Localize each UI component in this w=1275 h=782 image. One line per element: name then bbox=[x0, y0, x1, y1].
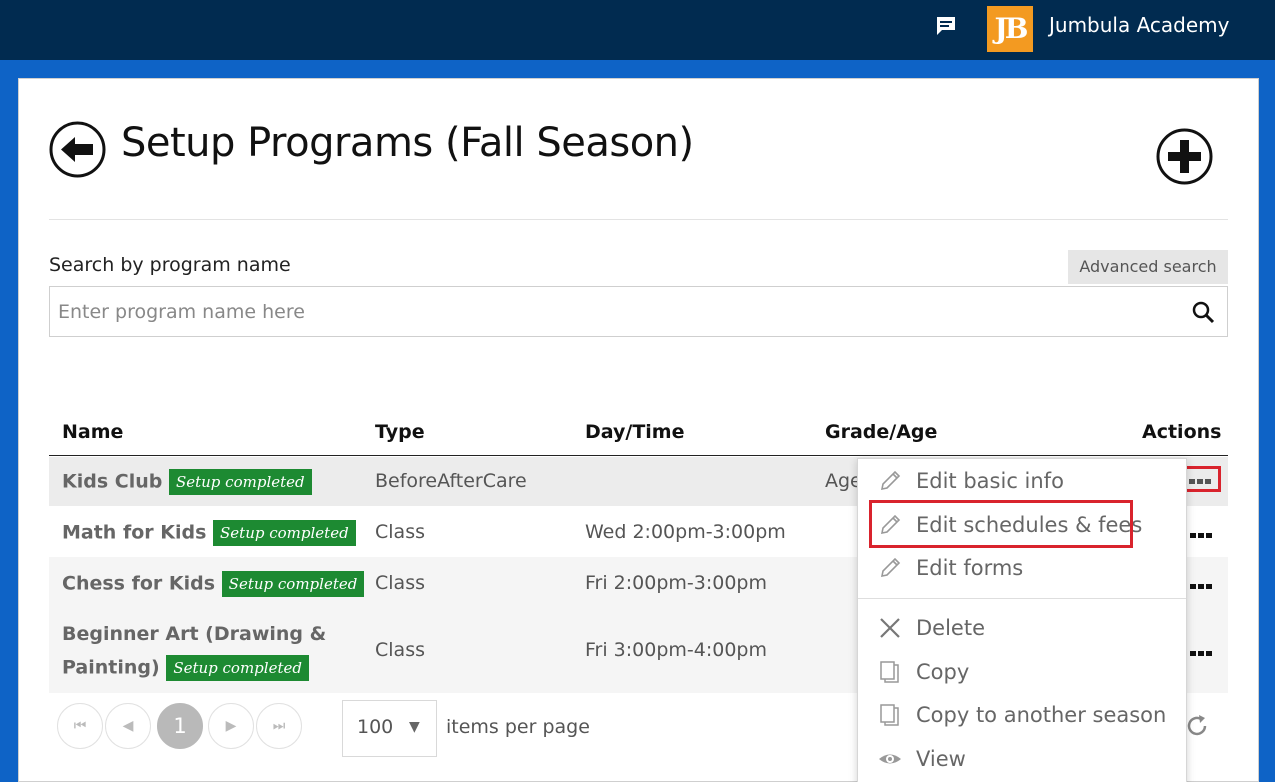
status-badge: Setup completed bbox=[166, 655, 309, 681]
menu-item-label: Edit forms bbox=[916, 556, 1024, 580]
org-logo[interactable]: JB bbox=[987, 6, 1033, 52]
highlight-box bbox=[869, 500, 1133, 548]
first-page-button[interactable]: ⏮ bbox=[57, 703, 103, 749]
search-box bbox=[49, 286, 1228, 337]
per-page-value: 100 bbox=[357, 716, 394, 738]
refresh-icon[interactable] bbox=[1183, 712, 1211, 740]
page-title: Setup Programs (Fall Season) bbox=[121, 120, 694, 166]
column-header-type[interactable]: Type bbox=[375, 421, 425, 443]
next-page-button[interactable]: ▶ bbox=[208, 703, 254, 749]
menu-item-label: Copy bbox=[916, 660, 970, 684]
pencil-icon bbox=[880, 470, 901, 491]
column-header-grade[interactable]: Grade/Age bbox=[825, 421, 937, 443]
program-name[interactable]: Math for Kids Setup completed bbox=[62, 520, 356, 546]
program-daytime: Fri 2:00pm-3:00pm bbox=[585, 572, 768, 594]
per-page-label: items per page bbox=[446, 716, 590, 738]
header-divider bbox=[49, 219, 1228, 220]
advanced-search-button[interactable]: Advanced search bbox=[1068, 250, 1228, 284]
program-type: Class bbox=[375, 521, 425, 543]
column-header-actions: Actions bbox=[1142, 421, 1222, 443]
top-navbar: JB Jumbula Academy bbox=[0, 0, 1275, 60]
status-badge: Setup completed bbox=[213, 520, 356, 546]
column-header-daytime[interactable]: Day/Time bbox=[585, 421, 685, 443]
copy-icon bbox=[880, 661, 899, 683]
chat-icon[interactable] bbox=[934, 14, 958, 38]
eye-icon bbox=[879, 754, 901, 764]
menu-item-label: Delete bbox=[916, 616, 985, 640]
row-actions-button[interactable] bbox=[1183, 466, 1221, 492]
program-name-cont[interactable]: Painting) Setup completed bbox=[62, 655, 309, 681]
program-name[interactable]: Chess for Kids Setup completed bbox=[62, 571, 365, 597]
search-label: Search by program name bbox=[49, 254, 291, 276]
org-name[interactable]: Jumbula Academy bbox=[1049, 13, 1230, 37]
prev-page-button[interactable]: ◀ bbox=[105, 703, 151, 749]
menu-item-edit-forms[interactable]: Edit forms bbox=[858, 548, 1186, 588]
program-daytime: Wed 2:00pm-3:00pm bbox=[585, 521, 786, 543]
program-daytime: Fri 3:00pm-4:00pm bbox=[585, 639, 768, 661]
chevron-down-icon: ▼ bbox=[409, 719, 420, 735]
program-name[interactable]: Beginner Art (Drawing & bbox=[62, 623, 326, 645]
row-actions-button[interactable] bbox=[1190, 523, 1220, 543]
program-type: Class bbox=[375, 572, 425, 594]
per-page-select[interactable]: 100 ▼ bbox=[342, 700, 437, 757]
menu-item-label: Copy to another season bbox=[916, 703, 1167, 727]
menu-item-label: View bbox=[916, 747, 966, 771]
status-badge: Setup completed bbox=[221, 571, 365, 597]
program-type: Class bbox=[375, 639, 425, 661]
menu-item-edit-basic-info[interactable]: Edit basic info bbox=[858, 461, 1186, 501]
menu-item-copy[interactable]: Copy bbox=[858, 652, 1186, 692]
add-icon[interactable] bbox=[1156, 128, 1213, 185]
page-number-button[interactable]: 1 bbox=[157, 703, 203, 749]
menu-item-view[interactable]: View bbox=[858, 739, 1186, 779]
last-page-button[interactable]: ⏭ bbox=[256, 703, 302, 749]
search-icon[interactable] bbox=[1191, 300, 1215, 324]
copy-icon bbox=[880, 704, 899, 726]
close-icon bbox=[880, 618, 900, 638]
menu-item-copy-to-another-season[interactable]: Copy to another season bbox=[858, 695, 1186, 735]
menu-divider bbox=[858, 598, 1186, 599]
status-badge: Setup completed bbox=[168, 469, 312, 495]
row-actions-button[interactable] bbox=[1190, 641, 1220, 661]
program-type: BeforeAfterCare bbox=[375, 470, 527, 492]
menu-item-delete[interactable]: Delete bbox=[858, 608, 1186, 648]
menu-item-label: Edit basic info bbox=[916, 469, 1064, 493]
table-header-line bbox=[49, 455, 1228, 456]
back-arrow-icon[interactable] bbox=[49, 121, 106, 178]
search-input[interactable] bbox=[58, 297, 1178, 327]
column-header-name[interactable]: Name bbox=[62, 421, 123, 443]
program-name[interactable]: Kids Club Setup completed bbox=[62, 469, 312, 495]
pencil-icon bbox=[880, 557, 901, 578]
row-actions-button[interactable] bbox=[1190, 574, 1220, 594]
